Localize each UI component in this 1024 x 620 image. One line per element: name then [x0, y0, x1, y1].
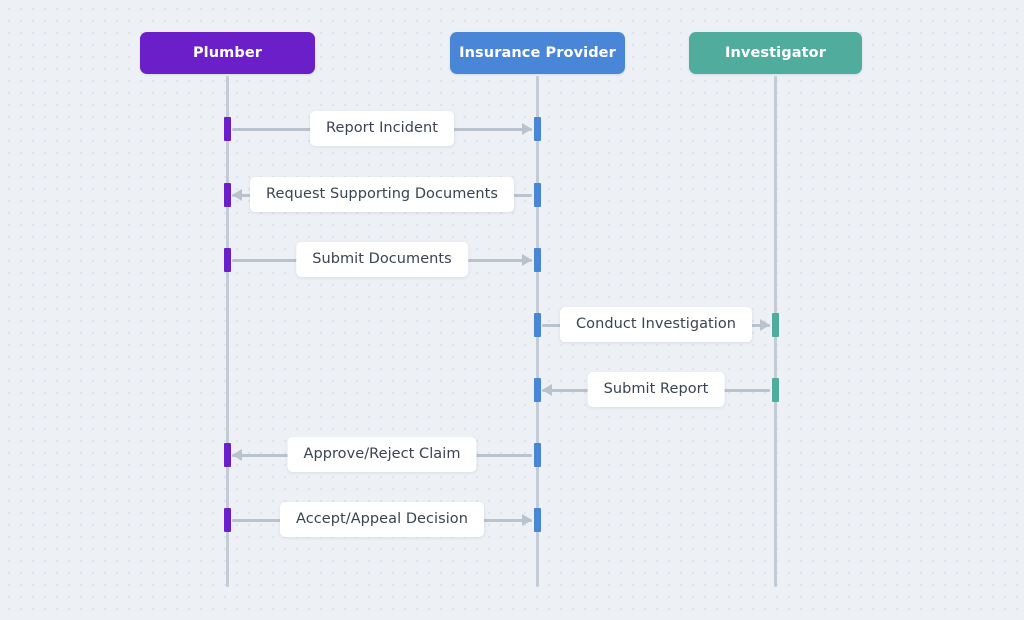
message-arrowhead-right: [522, 254, 532, 266]
message-label[interactable]: Conduct Investigation: [560, 307, 752, 342]
message-label[interactable]: Submit Documents: [296, 242, 468, 277]
activation-bar-plumber: [223, 443, 231, 467]
message-arrowhead-right: [522, 123, 532, 135]
activation-bar-investigator: [771, 378, 779, 402]
message-label[interactable]: Approve/Reject Claim: [287, 437, 477, 472]
activation-bar-insurance: [533, 378, 541, 402]
message-arrowhead-left: [232, 449, 242, 461]
message-arrowhead-right: [522, 514, 532, 526]
activation-bar-insurance: [533, 508, 541, 532]
participant-insurance[interactable]: Insurance Provider: [450, 32, 625, 74]
activation-bar-plumber: [223, 248, 231, 272]
message-label[interactable]: Accept/Appeal Decision: [280, 502, 484, 537]
participant-investigator[interactable]: Investigator: [689, 32, 862, 74]
activation-bar-plumber: [223, 117, 231, 141]
participant-label: Plumber: [192, 45, 263, 61]
message-arrowhead-right: [760, 319, 770, 331]
activation-bar-insurance: [533, 183, 541, 207]
message-label[interactable]: Submit Report: [587, 372, 725, 407]
activation-bar-insurance: [533, 313, 541, 337]
activation-bar-investigator: [771, 313, 779, 337]
participant-plumber[interactable]: Plumber: [140, 32, 315, 74]
activation-bar-insurance: [533, 443, 541, 467]
activation-bar-plumber: [223, 183, 231, 207]
activation-bar-insurance: [533, 117, 541, 141]
message-arrowhead-left: [542, 384, 552, 396]
message-arrowhead-left: [232, 189, 242, 201]
participant-label: Investigator: [725, 45, 826, 61]
activation-bar-insurance: [533, 248, 541, 272]
message-label[interactable]: Report Incident: [310, 111, 454, 146]
participant-label: Insurance Provider: [459, 45, 616, 61]
message-label[interactable]: Request Supporting Documents: [250, 177, 514, 212]
sequence-diagram-canvas: Report Incident Request Supporting Docume…: [0, 0, 1024, 620]
activation-bar-plumber: [223, 508, 231, 532]
